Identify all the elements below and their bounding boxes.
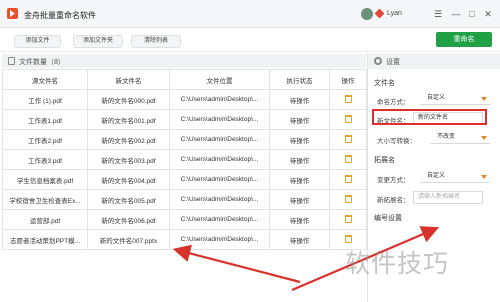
- arrow-to-new-name: [172, 244, 301, 284]
- watermark: 软件技巧: [345, 249, 450, 278]
